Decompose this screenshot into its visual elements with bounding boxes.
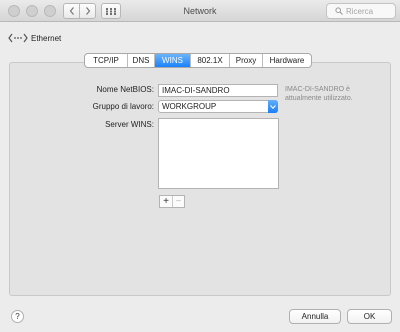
tab-tcpip[interactable]: TCP/IP [85,54,128,67]
search-input[interactable] [346,6,390,16]
workgroup-combobox[interactable]: WORKGROUP [158,100,278,113]
add-server-button[interactable]: + [160,196,172,207]
workgroup-label: Gruppo di lavoro: [92,102,154,111]
search-icon [335,7,343,15]
tab-8021x[interactable]: 802.1X [191,54,230,67]
title-bar: Network [0,0,400,22]
minimize-button[interactable] [26,5,38,17]
add-remove-control: + − [159,195,185,208]
workgroup-dropdown-button[interactable] [268,100,278,113]
netbios-label: Nome NetBIOS: [96,85,154,94]
chevron-right-icon [85,7,90,15]
breadcrumb-back[interactable]: Ethernet [8,33,61,43]
show-all-button[interactable] [101,3,121,19]
breadcrumb-label: Ethernet [31,33,62,43]
netbios-hint: IMAC-DI-SANDRO è attualmente utilizzato. [285,86,353,102]
help-button[interactable]: ? [11,310,24,323]
remove-server-button[interactable]: − [172,196,184,207]
forward-button[interactable] [79,3,96,19]
back-button[interactable] [63,3,80,19]
chevron-left-icon [69,7,74,15]
tab-wins[interactable]: WINS [155,54,191,67]
close-button[interactable] [8,5,20,17]
chevron-down-icon [270,104,276,109]
wins-servers-label: Server WINS: [105,120,154,129]
ethernet-icon [8,33,28,43]
tab-bar: TCP/IP DNS WINS 802.1X Proxy Hardware [84,53,312,68]
search-field[interactable] [326,3,396,19]
zoom-button[interactable] [44,5,56,17]
tab-hardware[interactable]: Hardware [263,54,311,67]
ok-button[interactable]: OK [347,309,392,324]
wins-servers-list[interactable] [158,118,279,189]
netbios-name-field[interactable]: IMAC-DI-SANDRO [158,84,278,97]
grid-icon [106,7,116,15]
cancel-button[interactable]: Annulla [289,309,341,324]
tab-dns[interactable]: DNS [128,54,155,67]
tab-proxy[interactable]: Proxy [230,54,263,67]
workgroup-value: WORKGROUP [162,102,217,111]
